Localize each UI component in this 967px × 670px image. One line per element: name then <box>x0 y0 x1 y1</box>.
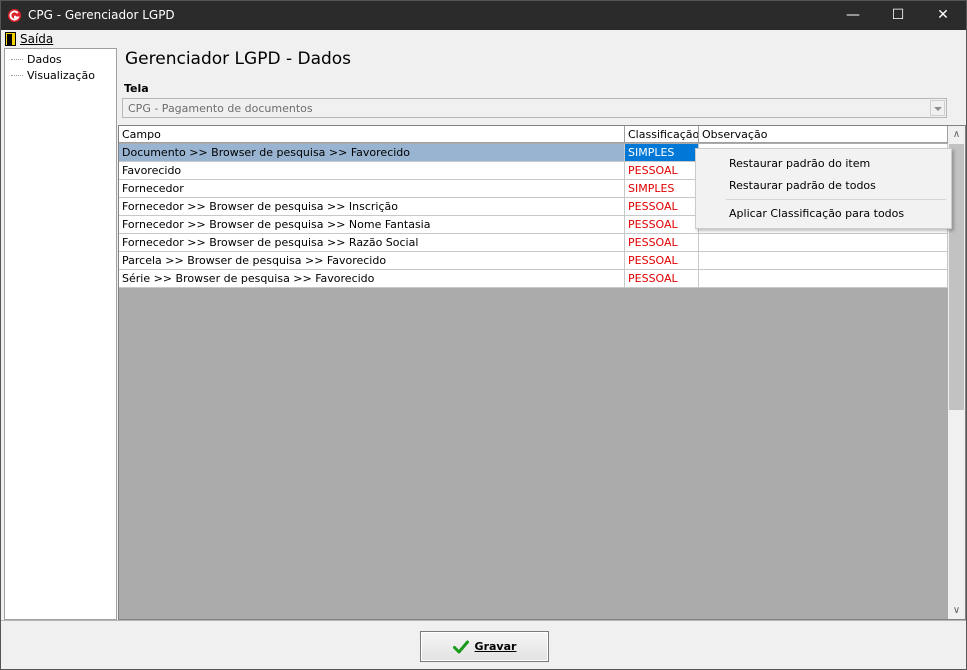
app-logo-icon <box>7 8 22 23</box>
menu-item-restaurar-item[interactable]: Restaurar padrão do item <box>729 157 870 170</box>
app-window: CPG - Gerenciador LGPD — ☐ ✕ Saída Dados… <box>0 0 967 670</box>
tela-select-value: CPG - Pagamento de documentos <box>128 102 313 115</box>
cell-campo[interactable]: Documento >> Browser de pesquisa >> Favo… <box>119 144 625 162</box>
tela-label: Tela <box>124 82 149 95</box>
cell-campo[interactable]: Série >> Browser de pesquisa >> Favoreci… <box>119 270 625 288</box>
tree-item-label: Dados <box>27 53 62 66</box>
column-header-classificacao[interactable]: Classificação <box>625 126 699 143</box>
minimize-button[interactable]: — <box>830 1 876 30</box>
cell-classificacao[interactable]: SIMPLES <box>625 180 699 198</box>
navigation-tree: Dados Visualização <box>4 48 117 620</box>
cell-observacao[interactable] <box>699 270 948 288</box>
chevron-down-icon[interactable] <box>930 100 945 116</box>
menu-saida-label: Saída <box>20 32 54 46</box>
cell-campo[interactable]: Favorecido <box>119 162 625 180</box>
tree-item-label: Visualização <box>27 69 95 82</box>
scroll-down-icon[interactable]: ∨ <box>948 602 965 619</box>
menu-saida[interactable]: Saída <box>5 31 53 47</box>
title-bar[interactable]: CPG - Gerenciador LGPD — ☐ ✕ <box>1 1 966 30</box>
tree-connector <box>11 75 23 76</box>
table-row[interactable]: Parcela >> Browser de pesquisa >> Favore… <box>119 252 948 270</box>
cell-classificacao[interactable]: PESSOAL <box>625 252 699 270</box>
scroll-up-icon[interactable]: ∧ <box>948 126 965 143</box>
maximize-button[interactable]: ☐ <box>875 1 921 30</box>
table-row[interactable]: Série >> Browser de pesquisa >> Favoreci… <box>119 270 948 288</box>
exit-door-icon <box>5 32 16 46</box>
close-button[interactable]: ✕ <box>920 1 966 30</box>
cell-classificacao[interactable]: PESSOAL <box>625 198 699 216</box>
menu-item-restaurar-todos[interactable]: Restaurar padrão de todos <box>729 179 876 192</box>
green-check-icon <box>452 640 469 653</box>
cell-campo[interactable]: Fornecedor <box>119 180 625 198</box>
column-header-campo[interactable]: Campo <box>119 126 625 143</box>
table-row[interactable]: Fornecedor >> Browser de pesquisa >> Raz… <box>119 234 948 252</box>
tree-item-dados[interactable]: Dados <box>11 52 62 67</box>
cell-observacao[interactable] <box>699 252 948 270</box>
page-title: Gerenciador LGPD - Dados <box>125 49 352 69</box>
cell-classificacao[interactable]: PESSOAL <box>625 270 699 288</box>
menu-bar: Saída <box>1 30 966 48</box>
column-header-observacao[interactable]: Observação <box>699 126 948 143</box>
tela-select[interactable]: CPG - Pagamento de documentos <box>122 98 947 118</box>
gravar-label: Gravar <box>474 640 517 653</box>
context-menu: Restaurar padrão do item Restaurar padrã… <box>695 148 952 229</box>
cell-campo[interactable]: Fornecedor >> Browser de pesquisa >> Raz… <box>119 234 625 252</box>
cell-classificacao[interactable]: PESSOAL <box>625 216 699 234</box>
cell-classificacao[interactable]: PESSOAL <box>625 234 699 252</box>
tree-item-visualizacao[interactable]: Visualização <box>11 68 95 83</box>
cell-classificacao[interactable]: SIMPLES <box>625 144 699 162</box>
gravar-button[interactable]: Gravar <box>420 631 549 662</box>
menu-separator <box>726 199 946 200</box>
cell-campo[interactable]: Parcela >> Browser de pesquisa >> Favore… <box>119 252 625 270</box>
cell-observacao[interactable] <box>699 234 948 252</box>
menu-item-aplicar-classificacao[interactable]: Aplicar Classificação para todos <box>729 207 904 220</box>
tree-connector <box>11 59 23 60</box>
grid-header: Campo Classificação Observação <box>119 126 948 144</box>
window-title: CPG - Gerenciador LGPD <box>28 8 175 22</box>
footer-divider <box>1 620 966 621</box>
cell-campo[interactable]: Fornecedor >> Browser de pesquisa >> Ins… <box>119 198 625 216</box>
cell-campo[interactable]: Fornecedor >> Browser de pesquisa >> Nom… <box>119 216 625 234</box>
cell-classificacao[interactable]: PESSOAL <box>625 162 699 180</box>
